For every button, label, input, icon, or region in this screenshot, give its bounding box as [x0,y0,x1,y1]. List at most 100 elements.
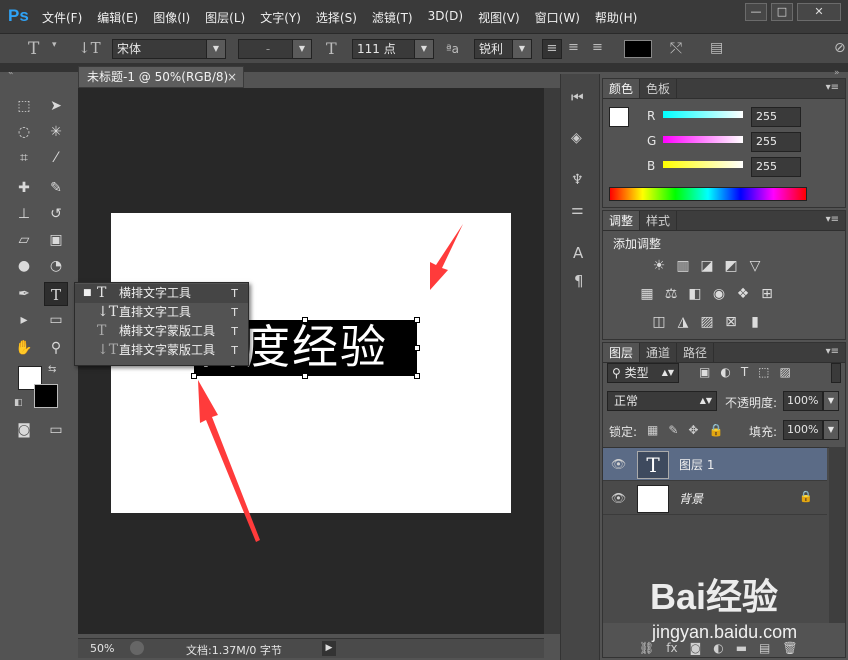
invert-icon[interactable]: ◫ [649,313,669,331]
font-family-dropdown-icon[interactable]: ▼ [206,39,226,59]
menu-file[interactable]: 文件(F) [42,9,82,26]
red-value-input[interactable]: 255 [751,107,801,127]
add-mask-icon[interactable]: ◙ [690,641,702,655]
font-size-dropdown-icon[interactable]: ▼ [414,39,434,59]
gradient-tool-icon[interactable]: ▣ [44,228,68,252]
magic-wand-tool-icon[interactable]: ✳ [44,120,68,144]
move-tool-icon[interactable]: ➤ [44,94,68,118]
menu-window[interactable]: 窗口(W) [535,9,580,26]
opacity-dropdown-icon[interactable]: ▼ [823,391,839,411]
character-panel-icon[interactable]: A [573,244,583,262]
blend-mode-select[interactable]: 正常 ▲▼ [607,391,717,411]
font-style-dropdown-icon[interactable]: ▼ [292,39,312,59]
crop-tool-icon[interactable]: ⌗ [12,146,36,170]
cancel-commit-icon[interactable]: ⊘ [834,40,846,56]
filter-toggle[interactable] [831,363,841,383]
flyout-item-horizontal-type-mask[interactable]: T 横排文字蒙版工具 T [75,322,248,341]
tab-color[interactable]: 颜色 [603,79,641,98]
dodge-tool-icon[interactable]: ◔ [44,254,68,278]
panel-menu-icon[interactable]: ▾≡ [826,82,839,93]
path-selection-tool-icon[interactable]: ▸ [12,308,36,332]
tab-swatches[interactable]: 色板 [640,79,678,98]
healing-brush-tool-icon[interactable]: ✚ [12,176,36,200]
filter-adjustment-icon[interactable]: ◐ [720,365,730,379]
green-value-input[interactable]: 255 [751,132,801,152]
tab-layers[interactable]: 图层 [603,343,641,362]
fill-input[interactable]: 100% [783,420,823,440]
selective-color-icon[interactable]: ⊠ [721,313,741,331]
type-tool-icon[interactable]: T [28,39,39,59]
curves-icon[interactable]: ◪ [697,257,717,275]
new-group-icon[interactable]: ▬ [736,641,747,655]
posterize-icon[interactable]: ◮ [673,313,693,331]
blue-value-input[interactable]: 255 [751,157,801,177]
photo-filter-icon[interactable]: ◉ [709,285,729,303]
type-tool-button[interactable]: T [44,282,68,306]
filter-pixel-icon[interactable]: ▣ [699,365,710,379]
link-layers-icon[interactable]: ⛓ [639,641,654,655]
panel-menu-icon[interactable]: ▾≡ [826,214,839,225]
menu-help[interactable]: 帮助(H) [595,9,637,26]
brush-panel-icon[interactable]: ♆ [571,172,584,188]
filter-smart-object-icon[interactable]: ▨ [780,365,791,379]
layers-scrollbar[interactable] [829,447,845,623]
color-fg-swatch[interactable] [609,107,629,127]
menu-select[interactable]: 选择(S) [316,9,357,26]
pen-tool-icon[interactable]: ✒ [12,282,36,306]
minimize-button[interactable]: — [745,3,767,21]
background-color-swatch[interactable] [34,384,58,408]
font-size-input[interactable]: 111 点 [352,39,416,59]
menu-image[interactable]: 图像(I) [153,9,190,26]
new-adjustment-icon[interactable]: ◐ [713,641,723,655]
menu-edit[interactable]: 编辑(E) [97,9,138,26]
antialias-dropdown-icon[interactable]: ▼ [512,39,532,59]
character-panel-icon[interactable]: ▤ [710,40,723,56]
panels-collapse-icon[interactable]: » [834,68,840,78]
rectangle-tool-icon[interactable]: ▭ [44,308,68,332]
tool-presets-icon[interactable]: ⚌ [571,202,584,218]
menu-type[interactable]: 文字(Y) [260,9,301,26]
quick-mask-icon[interactable]: ◙ [12,418,36,442]
antialias-select[interactable]: 锐利 [474,39,514,59]
color-lookup-icon[interactable]: ⊞ [757,285,777,303]
brush-tool-icon[interactable]: ✎ [44,176,68,200]
lock-pixels-icon[interactable]: ✎ [668,423,678,437]
eyedropper-tool-icon[interactable]: ⁄ [44,146,68,170]
history-brush-tool-icon[interactable]: ↺ [44,202,68,226]
zoom-tool-icon[interactable]: ⚲ [44,336,68,360]
layer-name[interactable]: 图层 1 [679,456,714,473]
delete-layer-icon[interactable]: 🗑 [782,641,797,655]
tab-adjustments[interactable]: 调整 [603,211,641,230]
black-white-icon[interactable]: ◧ [685,285,705,303]
new-layer-icon[interactable]: ▤ [759,641,770,655]
marquee-tool-icon[interactable]: ⬚ [12,94,36,118]
paragraph-panel-icon[interactable]: ¶ [574,272,584,290]
filter-shape-icon[interactable]: ⬚ [758,365,769,379]
layer-row-text[interactable]: 👁 T 图层 1 [603,448,827,481]
red-slider[interactable] [663,111,743,118]
3d-panel-icon[interactable]: ◈ [571,130,582,146]
menu-view[interactable]: 视图(V) [478,9,520,26]
flyout-item-vertical-type[interactable]: ↓T 直排文字工具 T [75,303,248,322]
hand-tool-icon[interactable]: ✋ [12,336,36,360]
tab-paths[interactable]: 路径 [677,343,715,362]
color-spectrum-bar[interactable] [609,187,807,201]
font-style-select[interactable]: - [238,39,294,59]
blur-tool-icon[interactable]: ● [12,254,36,278]
brightness-icon[interactable]: ☀ [649,257,669,275]
lock-transparency-icon[interactable]: ▦ [647,423,658,437]
layer-style-icon[interactable]: fx [666,641,677,655]
eraser-tool-icon[interactable]: ▱ [12,228,36,252]
blue-slider[interactable] [663,161,743,168]
color-balance-icon[interactable]: ⚖ [661,285,681,303]
channel-mixer-icon[interactable]: ❖ [733,285,753,303]
maximize-button[interactable]: □ [771,3,793,21]
menu-3d[interactable]: 3D(D) [428,9,463,26]
visibility-eye-icon[interactable]: 👁 [611,491,626,505]
panel-menu-icon[interactable]: ▾≡ [826,346,839,357]
filter-type-icon[interactable]: T [741,365,748,379]
hue-saturation-icon[interactable]: ▦ [637,285,657,303]
zoom-level[interactable]: 50% [90,642,114,655]
lock-position-icon[interactable]: ✥ [688,423,698,437]
visibility-eye-icon[interactable]: 👁 [611,457,626,471]
